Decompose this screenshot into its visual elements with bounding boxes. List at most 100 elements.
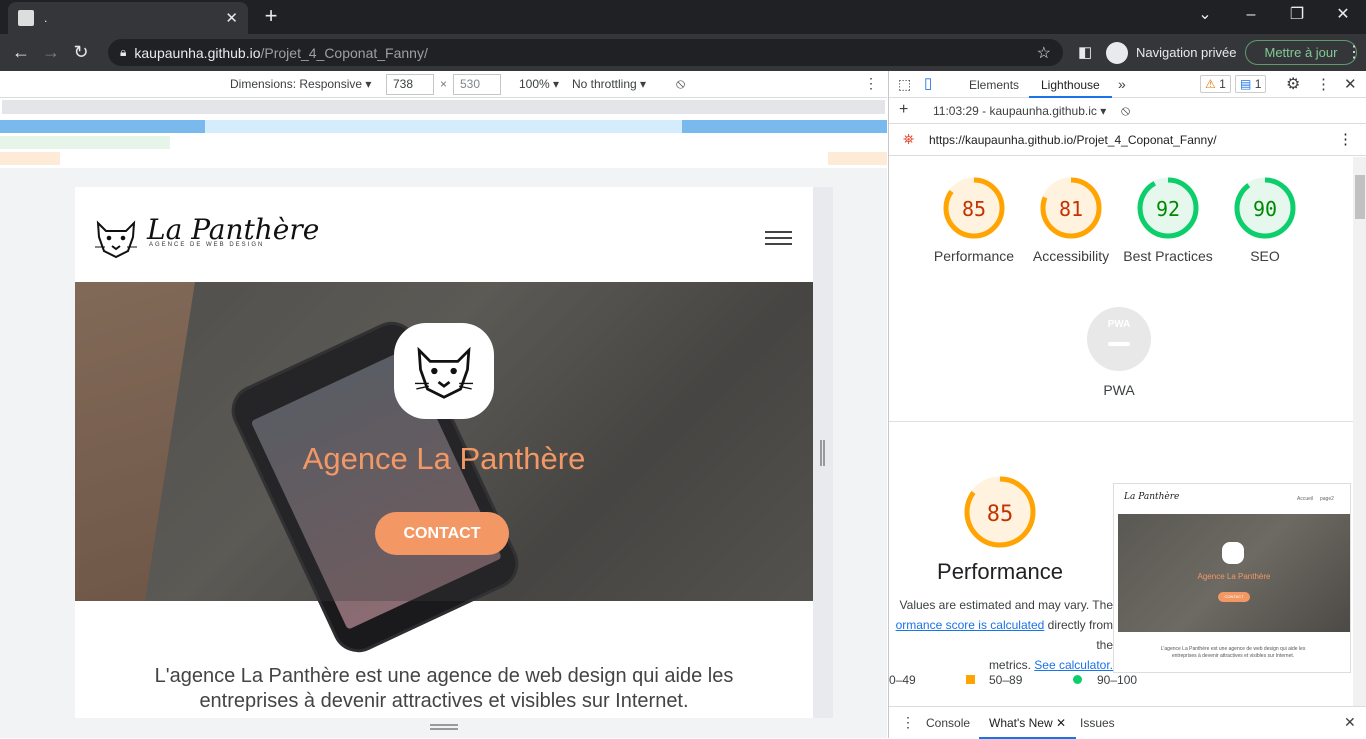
hero-logo-badge (394, 323, 494, 419)
viewport-height-input[interactable]: 530 (453, 74, 501, 95)
throttling-select[interactable]: No throttling ▾ (572, 77, 646, 91)
close-drawer-tab-icon[interactable]: ✕ (1056, 716, 1066, 730)
report-menu-icon[interactable]: ⋮ (1338, 130, 1353, 148)
device-toggle-icon[interactable]: ▯ (924, 74, 932, 92)
thumb-nav-2: page2 (1320, 496, 1334, 502)
devtools-menu-icon[interactable]: ⋮ (1316, 75, 1331, 93)
browser-tab-strip: . ✕ + ⌄ – ❐ ✕ (0, 0, 1366, 34)
forward-arrow-icon[interactable]: → (36, 42, 66, 63)
favicon-icon (18, 10, 34, 26)
drawer-tab-console[interactable]: Console (926, 716, 970, 730)
incognito-indicator[interactable]: Navigation privée (1106, 41, 1236, 64)
new-tab-button[interactable]: + (258, 4, 284, 30)
bookmark-star-icon[interactable]: ☆ (1037, 43, 1051, 63)
lock-icon: 🔒︎ (120, 45, 127, 59)
performance-note: Values are estimated and may vary. The o… (895, 598, 1113, 672)
clear-reports-icon[interactable]: ⦸ (1121, 102, 1130, 119)
sidepanel-icon[interactable]: ◧ (1078, 43, 1092, 61)
thumb-intro: L'agence La Panthère est une agence de w… (1160, 646, 1306, 659)
hero-section: Agence La Panthère CONTACT (75, 282, 813, 661)
address-bar[interactable]: 🔒︎ kaupaunha.github.io/Projet_4_Coponat_… (108, 39, 1063, 66)
performance-heading: Performance (937, 559, 1063, 584)
score-gauge-accessibility[interactable]: 81 (1039, 176, 1103, 240)
settings-gear-icon[interactable]: ⚙ (1286, 74, 1300, 94)
devtools-drawer-tabs: ⋮ Console What's New ✕ Issues ✕ (889, 706, 1366, 739)
zoom-select[interactable]: 100% ▾ (519, 77, 559, 91)
score-gauge-seo[interactable]: 90 (1233, 176, 1297, 240)
hero-title: Agence La Panthère (302, 441, 586, 476)
close-drawer-icon[interactable]: ✕ (1344, 714, 1356, 731)
back-arrow-icon[interactable]: ← (6, 42, 36, 63)
resize-grip-bottom-icon[interactable] (430, 724, 458, 730)
report-url-bar: ⛯ https://kaupaunha.github.io/Projet_4_C… (889, 124, 1366, 156)
devtools-tabbar: ⬚ ▯ Elements Lighthouse » ⚠ 1 ▤ 1 ⚙ ⋮ ✕ (889, 71, 1366, 98)
media-query-row-orange[interactable] (0, 152, 60, 165)
rotate-icon[interactable]: ⦸ (676, 75, 685, 92)
thumb-nav-1: Accueil (1297, 496, 1314, 502)
drawer-menu-icon[interactable]: ⋮ (901, 714, 915, 731)
restore-button[interactable]: ❐ (1274, 0, 1320, 30)
resize-grip-icon[interactable] (820, 440, 825, 466)
score-value: 85 (962, 197, 986, 221)
score-label[interactable]: SEO (1215, 246, 1315, 266)
hamburger-menu-icon[interactable] (765, 231, 792, 245)
viewport-width-input[interactable]: 738 (386, 74, 434, 95)
legend-pass-label: 90–100 (1097, 673, 1138, 687)
close-tab-icon[interactable]: ✕ (225, 9, 238, 27)
tab-elements[interactable]: Elements (969, 78, 1019, 92)
pwa-label[interactable]: PWA (1069, 380, 1169, 400)
update-button[interactable]: Mettre à jour (1245, 40, 1357, 65)
see-calculator-link[interactable]: See calculator. (1034, 658, 1113, 672)
device-more-icon[interactable]: ⋮ (864, 75, 878, 92)
pwa-badge-icon[interactable]: PWA (1087, 307, 1151, 371)
device-toolbar: Dimensions: Responsive ▾ 738 × 530 100% … (0, 71, 887, 98)
svg-text:85: 85 (987, 502, 1014, 527)
new-report-icon[interactable]: + (899, 101, 908, 119)
lighthouse-toolbar: + 11:03:29 - kaupaunha.github.ic ▾ ⦸ (889, 98, 1366, 124)
score-label[interactable]: Best Practices (1118, 246, 1218, 266)
chrome-menu-icon[interactable]: ⋮ (1346, 42, 1362, 62)
scrollbar-thumb[interactable] (1355, 175, 1365, 219)
close-devtools-icon[interactable]: ✕ (1344, 75, 1357, 93)
media-query-bar[interactable] (682, 120, 887, 133)
more-tabs-icon[interactable]: » (1118, 76, 1126, 92)
tab-lighthouse[interactable]: Lighthouse (1029, 71, 1112, 98)
score-value: 92 (1156, 197, 1180, 221)
media-query-row-orange[interactable] (828, 152, 887, 165)
tab-title: . (44, 11, 48, 25)
score-label[interactable]: Accessibility (1021, 246, 1121, 266)
panel-scrollbar[interactable] (1353, 157, 1366, 706)
performance-gauge[interactable]: 85 (963, 475, 1037, 549)
url-host: kaupaunha.github.io (134, 44, 261, 61)
drawer-tab-whats-new[interactable]: What's New ✕ (979, 707, 1077, 739)
lighthouse-icon: ⛯ (903, 131, 915, 147)
score-value: 90 (1253, 197, 1277, 221)
reload-icon[interactable]: ↻ (66, 42, 96, 63)
dimensions-select[interactable]: Dimensions: Responsive ▾ (230, 77, 371, 91)
brand-tagline: AGENCE DE WEB DESIGN (149, 242, 265, 248)
score-gauge-best-practices[interactable]: 92 (1136, 176, 1200, 240)
final-screenshot-thumbnail[interactable]: La Panthère Accueil page2 Agence La Pant… (1113, 483, 1351, 673)
contact-button[interactable]: CONTACT (375, 512, 509, 555)
minimize-button[interactable]: – (1228, 0, 1274, 30)
incognito-label: Navigation privée (1136, 45, 1237, 60)
inspect-element-icon[interactable]: ⬚ (898, 76, 911, 93)
messages-badge[interactable]: ▤ 1 (1235, 75, 1267, 93)
tab-search-icon[interactable]: ⌄ (1182, 0, 1228, 30)
panther-logo-icon (95, 220, 137, 259)
score-gauge-performance[interactable]: 85 (942, 176, 1006, 240)
media-query-bar[interactable] (0, 120, 205, 133)
warnings-badge[interactable]: ⚠ 1 (1200, 75, 1231, 93)
report-url[interactable]: https://kaupaunha.github.io/Projet_4_Cop… (929, 133, 1217, 147)
score-label[interactable]: Performance (924, 246, 1024, 266)
browser-tab[interactable]: . ✕ (8, 2, 248, 34)
close-window-button[interactable]: ✕ (1320, 0, 1366, 30)
section-divider (889, 421, 1353, 422)
legend-fail-label: 0–49 (889, 673, 916, 687)
score-calculated-link[interactable]: ormance score is calculated (896, 618, 1045, 632)
media-query-row-green[interactable] (0, 136, 170, 149)
report-select[interactable]: 11:03:29 - kaupaunha.github.ic ▾ (933, 104, 1106, 118)
drawer-tab-issues[interactable]: Issues (1080, 716, 1115, 730)
score-value: 81 (1059, 197, 1083, 221)
legend-average-icon (966, 675, 975, 684)
